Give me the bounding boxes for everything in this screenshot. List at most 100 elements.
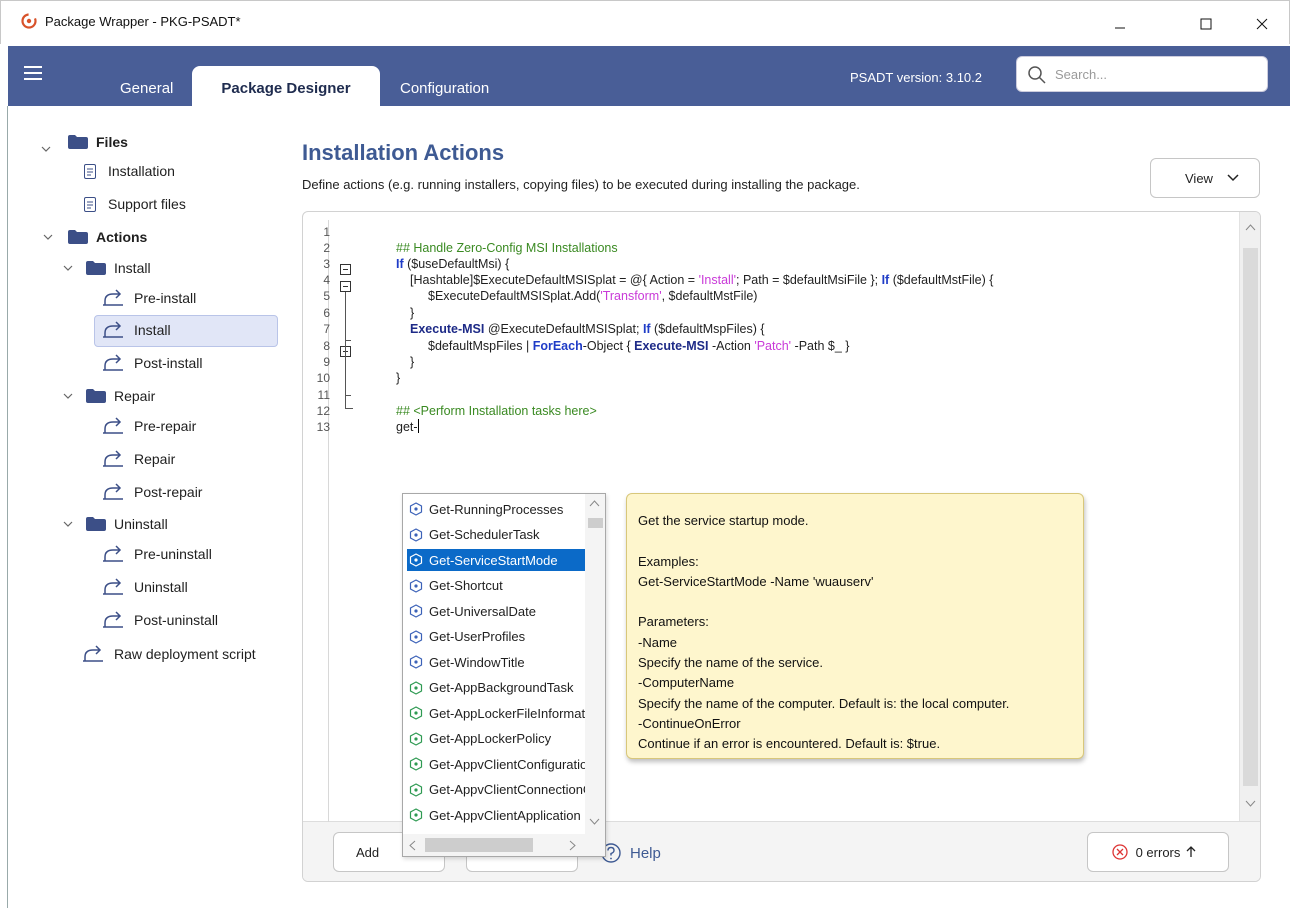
function-icon xyxy=(409,553,423,567)
fold-toggle[interactable] xyxy=(340,281,351,292)
fold-guide xyxy=(345,292,346,409)
autocomplete-item[interactable]: Get-AppLockerPolicy xyxy=(407,728,585,750)
function-icon xyxy=(409,527,423,542)
view-label: View xyxy=(1185,170,1213,186)
scroll-up-icon xyxy=(1245,224,1256,231)
autocomplete-item[interactable]: Get-SchedulerTask xyxy=(407,524,585,546)
tree-item-pre-uninstall[interactable]: Pre-uninstall xyxy=(102,542,212,566)
tree-group-install[interactable]: Install xyxy=(62,256,151,280)
autocomplete-item[interactable]: Get-Shortcut xyxy=(407,575,585,597)
tree-item-label: Repair xyxy=(134,451,176,467)
keyword: ForEach xyxy=(532,339,583,353)
minimize-button[interactable] xyxy=(1097,9,1143,39)
line-number: 1 xyxy=(323,225,330,239)
autocomplete-item-label: Get-WindowTitle xyxy=(429,654,525,670)
folder-icon xyxy=(86,261,106,275)
line-number: 9 xyxy=(323,355,330,369)
autocomplete-item[interactable]: Get-RunningProcesses xyxy=(407,498,585,520)
autocomplete-item-label: Get-AppvClientApplication xyxy=(429,807,581,823)
autocomplete-item[interactable]: Get-AppLockerFileInformation xyxy=(407,702,585,724)
code-line-2: ## Handle Zero-Config MSI Installations xyxy=(396,241,618,255)
tree-group-uninstall[interactable]: Uninstall xyxy=(62,512,168,536)
autocomplete-item[interactable]: Get-AppvClientApplication xyxy=(407,804,585,826)
tree-item-label: Pre-repair xyxy=(134,418,197,434)
redo-arrow-icon xyxy=(103,321,123,338)
code-text: get- xyxy=(396,420,418,434)
autocomplete-horizontal-scrollbar[interactable] xyxy=(403,834,605,856)
redo-arrow-icon xyxy=(103,611,123,628)
code-text: -Object { xyxy=(582,339,635,353)
code-line-3: If ($useDefaultMsi) { xyxy=(396,256,509,272)
app-header: General Package Designer Configuration P… xyxy=(8,46,1290,106)
tree-item-support-files[interactable]: Support files xyxy=(84,192,186,216)
scrollbar-thumb[interactable] xyxy=(1243,248,1258,786)
autocomplete-item-label: Get-AppvClientConnectionGroup xyxy=(429,782,585,797)
code-text: -Path $_ } xyxy=(791,339,850,353)
tree-item-uninstall[interactable]: Uninstall xyxy=(102,575,188,599)
tab-configuration[interactable]: Configuration xyxy=(400,66,489,106)
redo-arrow-icon xyxy=(103,578,123,595)
redo-arrow-icon xyxy=(103,450,123,467)
tree-item-label: Install xyxy=(134,322,171,338)
search-input[interactable]: Search... xyxy=(1016,56,1268,92)
errors-button[interactable]: 0 errors xyxy=(1087,832,1229,872)
autocomplete-item[interactable]: Get-WindowTitle xyxy=(407,651,585,673)
cmdlet-icon xyxy=(409,731,423,746)
tree-item-post-uninstall[interactable]: Post-uninstall xyxy=(102,608,218,632)
tree-item-pre-install[interactable]: Pre-install xyxy=(102,286,196,310)
scroll-down-icon xyxy=(589,818,600,825)
tree-item-raw-deployment-script[interactable]: Raw deployment script xyxy=(82,642,256,666)
editor-vertical-scrollbar[interactable] xyxy=(1239,212,1260,821)
autocomplete-popup[interactable]: Get-RunningProcesses Get-SchedulerTask Get… xyxy=(402,493,606,857)
scroll-left-icon xyxy=(409,840,416,851)
scroll-up-icon xyxy=(589,500,600,507)
autocomplete-item[interactable]: Get-AppBackgroundTask xyxy=(407,677,585,699)
help-link[interactable]: Help xyxy=(600,842,661,864)
tree-item-install[interactable]: Install xyxy=(102,318,171,342)
fold-toggle[interactable] xyxy=(340,264,351,275)
title-bar: Package Wrapper - PKG-PSADT* xyxy=(0,0,1290,44)
autocomplete-item[interactable]: Get-AppvClientConfiguration xyxy=(407,753,585,775)
tree-item-label: Post-uninstall xyxy=(134,612,219,628)
line-number: 12 xyxy=(316,404,330,418)
view-dropdown-button[interactable]: View xyxy=(1150,158,1260,198)
autocomplete-item-label: Get-RunningProcesses xyxy=(429,501,564,517)
redo-arrow-icon xyxy=(83,645,103,662)
folder-icon xyxy=(86,517,106,531)
maximize-button[interactable] xyxy=(1183,9,1229,39)
scrollbar-thumb[interactable] xyxy=(425,838,533,852)
line-number: 5 xyxy=(323,289,330,303)
function-icon xyxy=(409,629,423,644)
tree-item-repair[interactable]: Repair xyxy=(102,447,175,471)
chevron-down-icon xyxy=(63,393,73,399)
tree-item-post-install[interactable]: Post-install xyxy=(102,351,202,375)
function-tooltip: Get the service startup mode. Examples: … xyxy=(626,493,1084,759)
string: 'Patch' xyxy=(754,339,792,353)
psadt-version: PSADT version: 3.10.2 xyxy=(850,70,982,85)
window-title: Package Wrapper - PKG-PSADT* xyxy=(45,14,241,29)
hamburger-menu-icon[interactable] xyxy=(24,66,42,80)
keyword: If xyxy=(396,257,404,271)
autocomplete-item[interactable]: Get-AppvClientConnectionGroup xyxy=(407,779,585,801)
autocomplete-item[interactable]: Get-ServiceStartMode xyxy=(407,549,585,571)
tree-item-pre-repair[interactable]: Pre-repair xyxy=(102,414,196,438)
tree-item-label: Pre-install xyxy=(134,290,197,306)
cmdlet-icon xyxy=(409,808,423,822)
autocomplete-item[interactable]: Get-UniversalDate xyxy=(407,600,585,622)
scroll-down-icon xyxy=(1245,800,1256,807)
function-name: Execute-MSI xyxy=(410,322,485,336)
code-text: ($useDefaultMsi) { xyxy=(403,257,510,271)
autocomplete-vertical-scrollbar[interactable] xyxy=(585,494,605,834)
tree-actions[interactable]: Actions xyxy=(42,225,147,249)
tab-package-designer[interactable]: Package Designer xyxy=(192,66,380,106)
line-number: 4 xyxy=(323,273,330,287)
app-logo-icon xyxy=(21,13,37,29)
tab-general[interactable]: General xyxy=(120,66,173,106)
tree-group-repair[interactable]: Repair xyxy=(62,384,155,408)
tree-files[interactable]: Files xyxy=(41,130,128,154)
autocomplete-item[interactable]: Get-UserProfiles xyxy=(407,626,585,648)
tree-item-post-repair[interactable]: Post-repair xyxy=(102,480,202,504)
close-button[interactable] xyxy=(1239,9,1285,39)
tree-item-installation[interactable]: Installation xyxy=(84,159,175,183)
scrollbar-thumb[interactable] xyxy=(588,518,603,528)
